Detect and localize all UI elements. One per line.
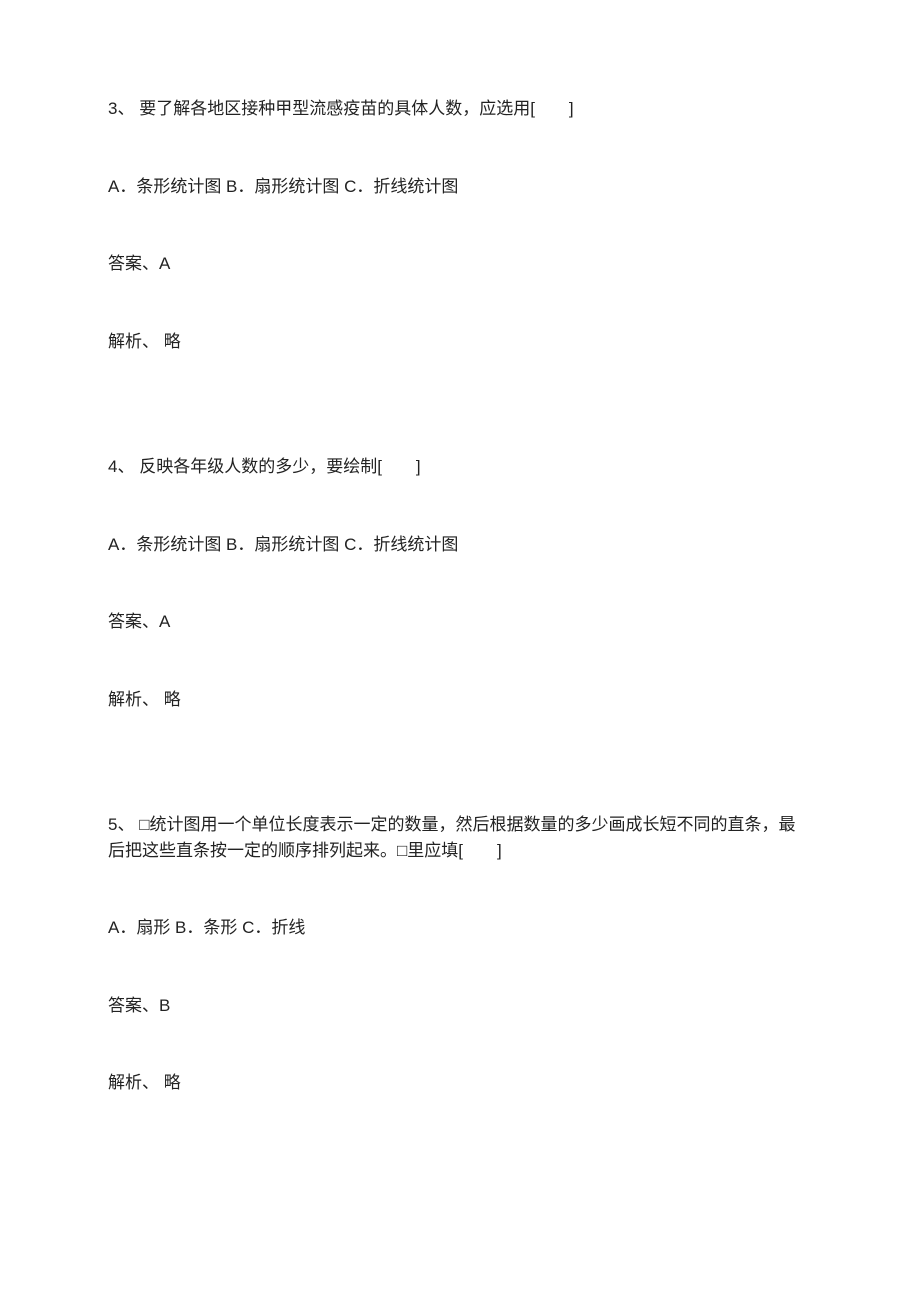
answer-value: A: [159, 254, 170, 273]
question-3-options: A．条形统计图 B．扇形统计图 C．折线统计图: [108, 174, 812, 200]
question-3: 3、 要了解各地区接种甲型流感疫苗的具体人数，应选用[ ]: [108, 96, 812, 122]
explain-label: 解析、: [108, 690, 159, 709]
answer-value: B: [159, 996, 170, 1015]
explain-value: 略: [159, 690, 181, 709]
explain-label: 解析、: [108, 332, 159, 351]
document-page: 3、 要了解各地区接种甲型流感疫苗的具体人数，应选用[ ] A．条形统计图 B．…: [0, 0, 920, 1188]
question-5-answer: 答案、B: [108, 993, 812, 1019]
explain-value: 略: [159, 1073, 181, 1092]
answer-value: A: [159, 612, 170, 631]
question-5: 5、 □统计图用一个单位长度表示一定的数量，然后根据数量的多少画成长短不同的直条…: [108, 812, 812, 863]
question-3-answer: 答案、A: [108, 251, 812, 277]
question-number: 3、: [108, 99, 134, 118]
answer-label: 答案、: [108, 254, 159, 273]
question-stem: 要了解各地区接种甲型流感疫苗的具体人数，应选用[ ]: [134, 99, 573, 118]
question-4: 4、 反映各年级人数的多少，要绘制[ ]: [108, 454, 812, 480]
question-4-options: A．条形统计图 B．扇形统计图 C．折线统计图: [108, 532, 812, 558]
explain-label: 解析、: [108, 1073, 159, 1092]
question-stem: 反映各年级人数的多少，要绘制[ ]: [134, 457, 420, 476]
explain-value: 略: [159, 332, 181, 351]
question-number: 5、: [108, 815, 134, 834]
question-5-explain: 解析、 略: [108, 1070, 812, 1096]
question-4-explain: 解析、 略: [108, 687, 812, 713]
question-4-answer: 答案、A: [108, 609, 812, 635]
answer-label: 答案、: [108, 612, 159, 631]
question-3-explain: 解析、 略: [108, 329, 812, 355]
question-stem: □统计图用一个单位长度表示一定的数量，然后根据数量的多少画成长短不同的直条，最后…: [108, 815, 795, 860]
answer-label: 答案、: [108, 996, 159, 1015]
question-number: 4、: [108, 457, 134, 476]
question-5-options: A．扇形 B．条形 C．折线: [108, 915, 812, 941]
